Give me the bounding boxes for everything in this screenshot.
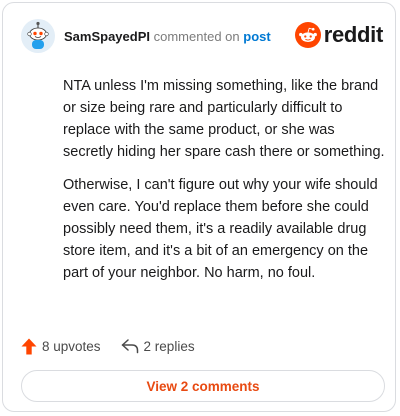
byline-verb: commented on [153,29,240,44]
upvote-count: 8 upvotes [42,338,101,354]
reply-count: 2 replies [143,338,195,354]
comment-byline: SamSpayedPI commented on post [64,29,271,45]
username-link[interactable]: SamSpayedPI [64,29,150,44]
comment-body: NTA unless I'm missing something, like t… [63,75,385,295]
comment-paragraph: NTA unless I'm missing something, like t… [63,78,385,160]
reply-arrow-icon [121,338,138,353]
reddit-logo[interactable]: reddit [294,21,384,49]
comment-paragraph: Otherwise, I can't figure out why your w… [63,177,378,281]
upvote-arrow-icon [21,338,37,354]
upvote-button[interactable]: 8 upvotes [21,338,101,355]
comment-actions: 8 upvotes 2 replies [21,335,195,357]
view-comments-button[interactable]: View 2 comments [21,370,385,402]
post-link[interactable]: post [243,29,270,44]
comment-header: SamSpayedPI commented on post reddit [21,19,385,55]
replies-button[interactable]: 2 replies [121,339,195,354]
comment-card: SamSpayedPI commented on post reddit NTA… [2,2,396,412]
reddit-wordmark: reddit [323,22,384,47]
reddit-alien-icon [294,22,321,48]
snoo-avatar-icon[interactable] [21,19,55,53]
